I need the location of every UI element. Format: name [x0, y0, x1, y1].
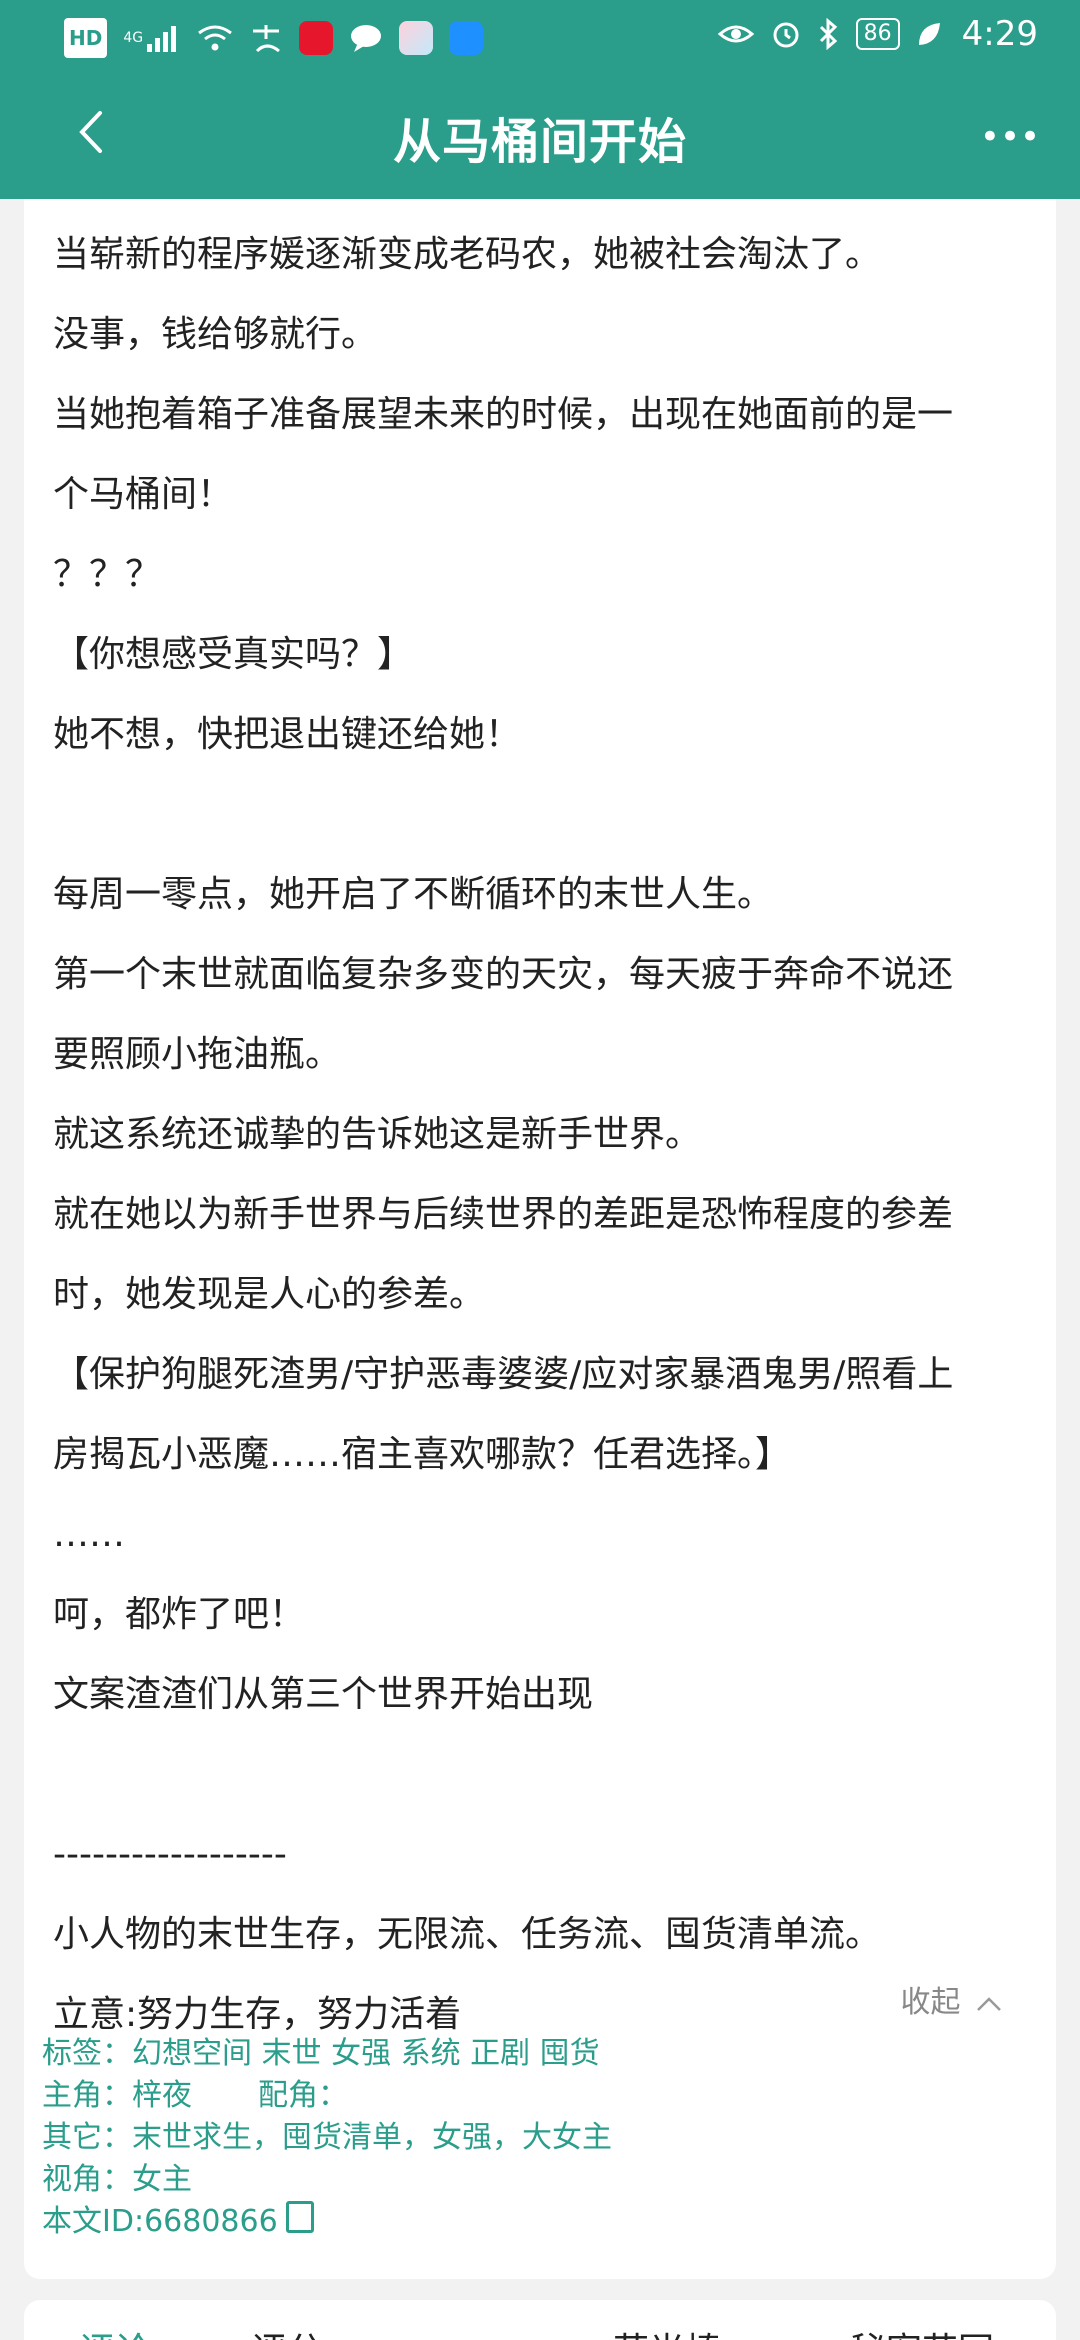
perspective-value: 女主	[132, 2162, 192, 2197]
roles-row: 主角： 梓夜 配角：	[42, 2075, 612, 2117]
status-bar: HD 4G 86 4:29	[0, 0, 1080, 72]
hd-icon: HD	[64, 18, 108, 58]
page-title: 从马桶间开始	[392, 114, 687, 170]
synopsis-line: ------------------	[53, 1834, 287, 1875]
status-right: 86 4:29	[717, 14, 1038, 54]
top-bar: HD 4G 86 4:29 从马桶间开始 •••	[0, 0, 1080, 199]
synopsis-line: 要照顾小拖油瓶。	[53, 1034, 342, 1075]
synopsis-line: 当她抱着箱子准备展望未来的时候，出现在她面前的是一	[53, 394, 954, 435]
synopsis-line: 【保护狗腿死渣男/守护恶毒婆婆/应对家暴酒鬼男/照看上	[53, 1354, 954, 1395]
collapse-button[interactable]: 收起	[900, 1977, 1002, 2021]
eye-icon	[717, 20, 754, 48]
perspective-row: 视角： 女主	[42, 2159, 612, 2201]
synopsis-line: 时，她发现是人心的参差。	[53, 1274, 486, 1315]
other-value: 末世求生，囤货清单，女强，大女主	[132, 2120, 612, 2155]
synopsis-line: 第一个末世就面临复杂多变的天灾，每天疲于奔命不说还	[53, 954, 954, 995]
synopsis-line: 没事，钱给够就行。	[53, 314, 378, 355]
bluetooth-icon	[818, 18, 840, 50]
signal-icon: 4G	[123, 24, 181, 52]
chat-icon	[349, 23, 383, 53]
synopsis-text: 当崭新的程序媛逐渐变成老码农，她被社会淘汰了。 没事，钱给够就行。当她抱着箱子准备…	[53, 215, 1043, 2055]
supporting-label: 配角：	[258, 2078, 348, 2113]
weibo-icon	[299, 21, 334, 55]
network-type: 4G	[123, 30, 144, 46]
synopsis-line: 个马桶间！	[53, 474, 234, 515]
tags-value[interactable]: 幻想空间 末世 女强 系统 正剧 囤货	[132, 2033, 600, 2075]
id-row: 本文ID: 6680866	[42, 2201, 612, 2243]
other-label: 其它：	[42, 2120, 132, 2155]
synopsis-line: 就在她以为新手世界与后续世界的差距是恐怖程度的参差	[53, 1194, 954, 1235]
synopsis-line: 就这系统还诚挚的告诉她这是新手世界。	[53, 1114, 702, 1155]
tags-row: 标签： 幻想空间 末世 女强 系统 正剧 囤货	[42, 2033, 612, 2075]
more-dots-icon: •••	[979, 117, 1041, 157]
tab-comments[interactable]: 评论	[79, 2322, 151, 2340]
synopsis-line	[53, 775, 1043, 855]
more-options-button[interactable]: •••	[980, 112, 1040, 162]
alarm-icon	[770, 18, 802, 50]
synopsis-line: 呵，都炸了吧！	[53, 1594, 306, 1635]
perspective-label: 视角：	[42, 2162, 132, 2197]
leaf-icon	[916, 20, 942, 48]
protagonist-value: 梓夜	[132, 2078, 192, 2113]
synopsis-line: 她不想，快把退出键还给她！	[53, 714, 522, 755]
synopsis-line	[53, 1735, 1043, 1815]
id-value: 6680866	[144, 2204, 278, 2239]
other-row: 其它： 末世求生，囤货清单，女强，大女主	[42, 2117, 612, 2159]
book-meta: 标签： 幻想空间 末世 女强 系统 正剧 囤货 主角： 梓夜 配角： 其它： 末…	[42, 2033, 612, 2243]
protagonist-label: 主角：	[42, 2078, 132, 2113]
chevron-up-icon	[977, 1997, 1001, 2011]
search-app-icon	[449, 21, 484, 55]
battery-icon: 86	[855, 18, 900, 50]
collapse-label: 收起	[900, 1985, 961, 2020]
synopsis-line: 【你想感受真实吗？】	[53, 634, 414, 675]
synopsis-line: 文案渣渣们从第三个世界开始出现	[53, 1674, 594, 1715]
synopsis-line: 当崭新的程序媛逐渐变成老码农，她被社会淘汰了。	[53, 234, 882, 275]
wifi-icon	[197, 24, 233, 52]
tab-secret-garden[interactable]: 秘密花园	[850, 2322, 994, 2340]
id-label: 本文ID:	[42, 2204, 145, 2239]
tags-label: 标签：	[42, 2036, 132, 2071]
photo-app-icon	[399, 21, 434, 55]
copy-icon[interactable]	[285, 2201, 314, 2233]
bottom-tabs: 评论 评分 荧光棒 秘密花园	[24, 2300, 1056, 2340]
synopsis-card: 当崭新的程序媛逐渐变成老码农，她被社会淘汰了。 没事，钱给够就行。当她抱着箱子准备…	[24, 199, 1056, 2279]
tab-rating[interactable]: 评分	[251, 2322, 323, 2340]
synopsis-line: 房揭瓦小恶魔……宿主喜欢哪款？任君选择。】	[53, 1434, 792, 1475]
app-header: 从马桶间开始 •••	[0, 72, 1080, 199]
synopsis-line: 小人物的末世生存，无限流、任务流、囤货清单流。	[53, 1914, 882, 1955]
status-left: HD 4G	[64, 18, 484, 58]
clock-time: 4:29	[961, 14, 1038, 54]
zhifubao-icon	[249, 21, 283, 55]
synopsis-line: ？？？	[53, 554, 162, 595]
synopsis-line: ……	[53, 1514, 125, 1555]
synopsis-line: 每周一零点，她开启了不断循环的末世人生。	[53, 874, 774, 915]
tab-glowstick[interactable]: 荧光棒	[613, 2322, 721, 2340]
